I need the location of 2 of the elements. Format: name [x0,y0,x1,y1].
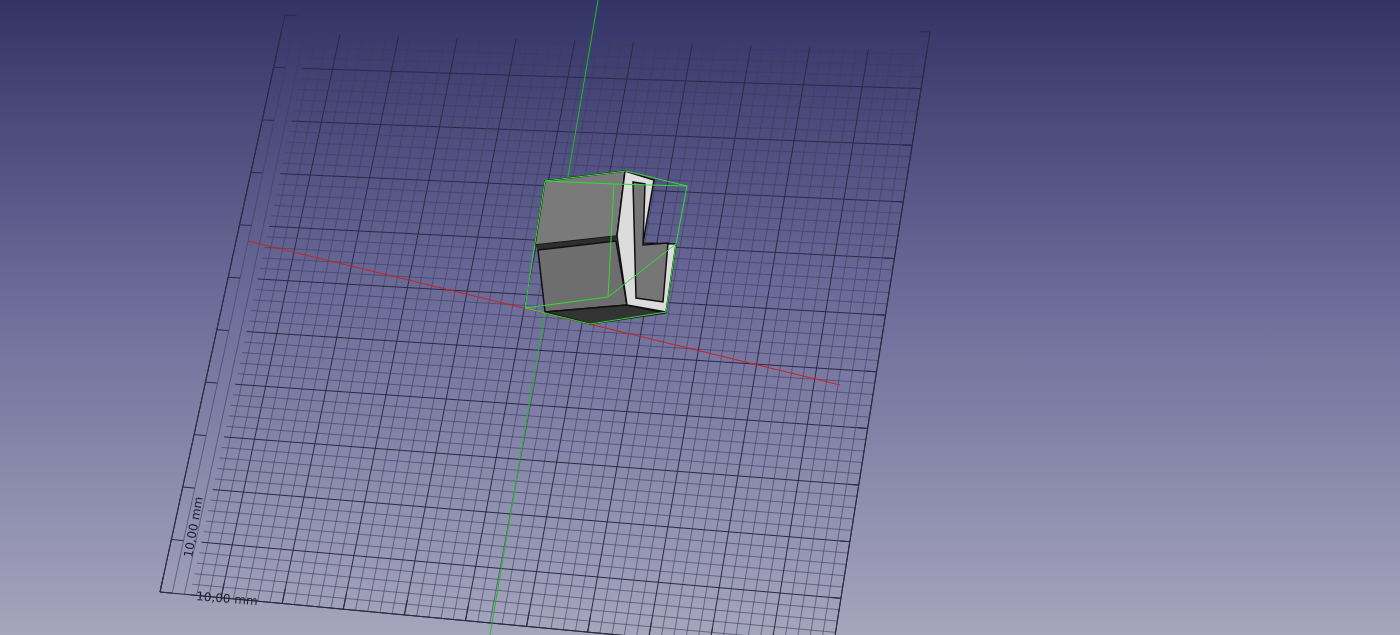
scale-label: 10,00 mm [195,589,259,609]
scale-label: 10,00 mm [181,495,206,559]
